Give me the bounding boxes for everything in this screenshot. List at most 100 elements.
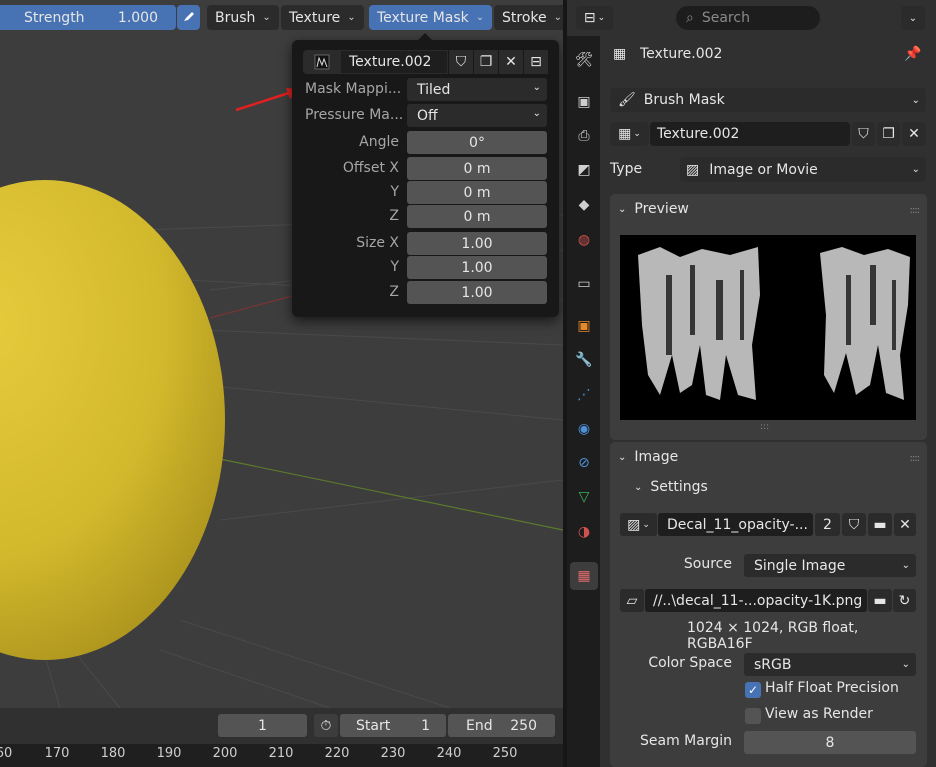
chevron-down-icon: ⌄ (553, 12, 563, 23)
texture-menu[interactable]: Texture ⌄ (281, 5, 364, 30)
unlink-button[interactable]: ✕ (902, 122, 926, 146)
seam-margin-field[interactable]: 8 (744, 731, 916, 754)
image-users-count[interactable]: 2 (815, 513, 840, 536)
search-input[interactable]: ⌕ Search (676, 6, 820, 30)
3d-viewport[interactable]: Strength 1.000 Brush ⌄ Texture ⌄ Texture M… (0, 0, 563, 708)
folder-icon: ▬ (873, 516, 887, 533)
properties-panel: ▦ Texture.002 📌 🖌 Brush Mask ⌄ ▦ ⌄ Textur… (600, 36, 936, 767)
fake-user-button[interactable]: ⛉ (842, 513, 866, 536)
size-y-row: Y 1.00 (292, 256, 559, 280)
image-browse-button[interactable]: ▨ ⌄ (620, 513, 657, 536)
texture-name-input[interactable]: Texture.002 (650, 122, 850, 146)
chevron-down-icon: ⌄ (532, 108, 541, 119)
tab-modifiers[interactable]: 🔧 (570, 346, 598, 374)
tab-tool[interactable]: 🛠 (570, 46, 598, 74)
duplicate-button[interactable]: ❐ (474, 50, 498, 74)
tab-physics[interactable]: ◉ (570, 415, 598, 443)
tab-world[interactable]: ◍ (570, 226, 598, 254)
browse-file-button[interactable]: ▬ (868, 589, 892, 612)
offset-y-field[interactable]: 0 m (407, 181, 547, 204)
fake-user-button[interactable]: ⛉ (449, 50, 473, 74)
shield-icon: ⛉ (858, 126, 869, 142)
context-title: Texture.002 (640, 46, 723, 62)
mask-mapping-dropdown[interactable]: Tiled ⌄ (407, 78, 547, 101)
texture-user-dropdown[interactable]: 🖌 Brush Mask ⌄ (610, 88, 926, 112)
ruler-tick: 210 (268, 746, 294, 761)
tab-collection[interactable]: ▭ (570, 270, 598, 298)
reload-icon: ↻ (898, 592, 911, 609)
fake-user-button[interactable]: ⛉ (852, 122, 875, 146)
pressure-masking-label: Pressure Ma... (305, 107, 404, 123)
source-dropdown[interactable]: Single Image ⌄ (744, 554, 916, 577)
offset-x-field[interactable]: 0 m (407, 157, 547, 180)
tab-view-layer[interactable]: ◩ (570, 156, 598, 184)
half-float-checkbox[interactable]: ✓ (745, 682, 761, 698)
offset-z-field[interactable]: 0 m (407, 205, 547, 228)
drag-handle-icon[interactable]: :::: (910, 205, 921, 216)
duplicate-button[interactable]: ❐ (877, 122, 900, 146)
pressure-masking-dropdown[interactable]: Off ⌄ (407, 104, 547, 127)
options-dropdown[interactable]: ⌄ (901, 6, 925, 30)
unlink-button[interactable]: ✕ (499, 50, 523, 74)
tab-material[interactable]: ◑ (570, 518, 598, 546)
open-image-button[interactable]: ▬ (868, 513, 892, 536)
auto-keying-button[interactable]: ⏱ (314, 714, 338, 737)
view-as-render-label: View as Render (765, 706, 873, 722)
mesh-data-icon: ▽ (578, 489, 590, 505)
offset-x-label: Offset X (342, 160, 399, 176)
view-as-render-checkbox[interactable] (745, 708, 761, 724)
strength-slider[interactable]: Strength 1.000 (0, 5, 176, 30)
reload-button[interactable]: ↻ (893, 589, 916, 612)
texture-thumbnail[interactable] (303, 50, 340, 74)
start-frame-field[interactable]: Start 1 (340, 714, 446, 737)
chevron-down-icon: ⌄ (618, 203, 627, 215)
frame-ruler[interactable]: 60 170 180 190 200 210 220 230 240 250 (0, 744, 563, 767)
type-dropdown[interactable]: ▨ Image or Movie ⌄ (680, 157, 926, 182)
tab-particles[interactable]: ⋰ (570, 381, 598, 409)
texture-mask-menu[interactable]: Texture Mask ⌄ (369, 5, 493, 30)
pack-image-button[interactable]: ▱ (620, 589, 644, 612)
pin-icon[interactable]: 📌 (904, 46, 921, 62)
filepath-input[interactable]: //..\decal_11-...opacity-1K.png (645, 589, 867, 612)
color-space-dropdown[interactable]: sRGB ⌄ (744, 653, 916, 676)
chevron-down-icon: ⌄ (634, 481, 643, 493)
tab-output[interactable]: ⎙ (570, 122, 598, 150)
tab-data[interactable]: ▽ (570, 483, 598, 511)
image-panel-header[interactable]: ⌄ Image (610, 442, 927, 472)
offset-x-row: Offset X 0 m (292, 157, 559, 181)
size-z-field[interactable]: 1.00 (407, 281, 547, 304)
chevron-down-icon: ⌄ (475, 12, 485, 23)
size-x-field[interactable]: 1.00 (407, 232, 547, 255)
brush-menu[interactable]: Brush ⌄ (207, 5, 279, 30)
copy-icon: ❐ (479, 54, 493, 70)
image-name-input[interactable]: Decal_11_opacity-... (658, 513, 813, 536)
angle-field[interactable]: 0° (407, 131, 547, 154)
world-icon: ◍ (577, 232, 591, 248)
x-axis-line (209, 295, 293, 319)
toggle-button[interactable]: ⊟ (524, 50, 548, 74)
size-y-field[interactable]: 1.00 (407, 256, 547, 279)
stroke-menu[interactable]: Stroke ⌄ (494, 5, 563, 30)
tab-render[interactable]: ▣ (570, 88, 598, 116)
ruler-tick: 180 (100, 746, 126, 761)
settings-subpanel-header[interactable]: ⌄ Settings (610, 472, 927, 502)
current-frame-field[interactable]: 1 (218, 714, 307, 737)
texture-preview-image (620, 235, 916, 420)
tab-constraints[interactable]: ⊘ (570, 449, 598, 477)
texture-browse-button[interactable]: ▦ ⌄ (610, 122, 649, 146)
end-frame-field[interactable]: End 250 (448, 714, 555, 737)
tab-object[interactable]: ▣ (570, 312, 598, 340)
tab-texture[interactable]: ▦ (570, 562, 598, 590)
ruler-tick: 200 (212, 746, 238, 761)
unlink-image-button[interactable]: ✕ (894, 513, 916, 536)
tab-scene[interactable]: ◆ (570, 191, 598, 219)
chevron-down-icon: ⌄ (618, 451, 627, 463)
texture-name-field[interactable]: Texture.002 (340, 50, 448, 74)
pressure-toggle-button[interactable] (177, 5, 200, 30)
resize-grip-icon[interactable]: ::: (760, 422, 769, 432)
preview-panel-header[interactable]: ⌄ Preview (610, 194, 927, 224)
properties-editor-icon: ⊟ (583, 10, 596, 26)
editor-type-button[interactable]: ⊟ ⌄ (576, 6, 613, 30)
search-icon: ⌕ (686, 10, 694, 26)
drag-handle-icon[interactable]: :::: (910, 453, 921, 464)
